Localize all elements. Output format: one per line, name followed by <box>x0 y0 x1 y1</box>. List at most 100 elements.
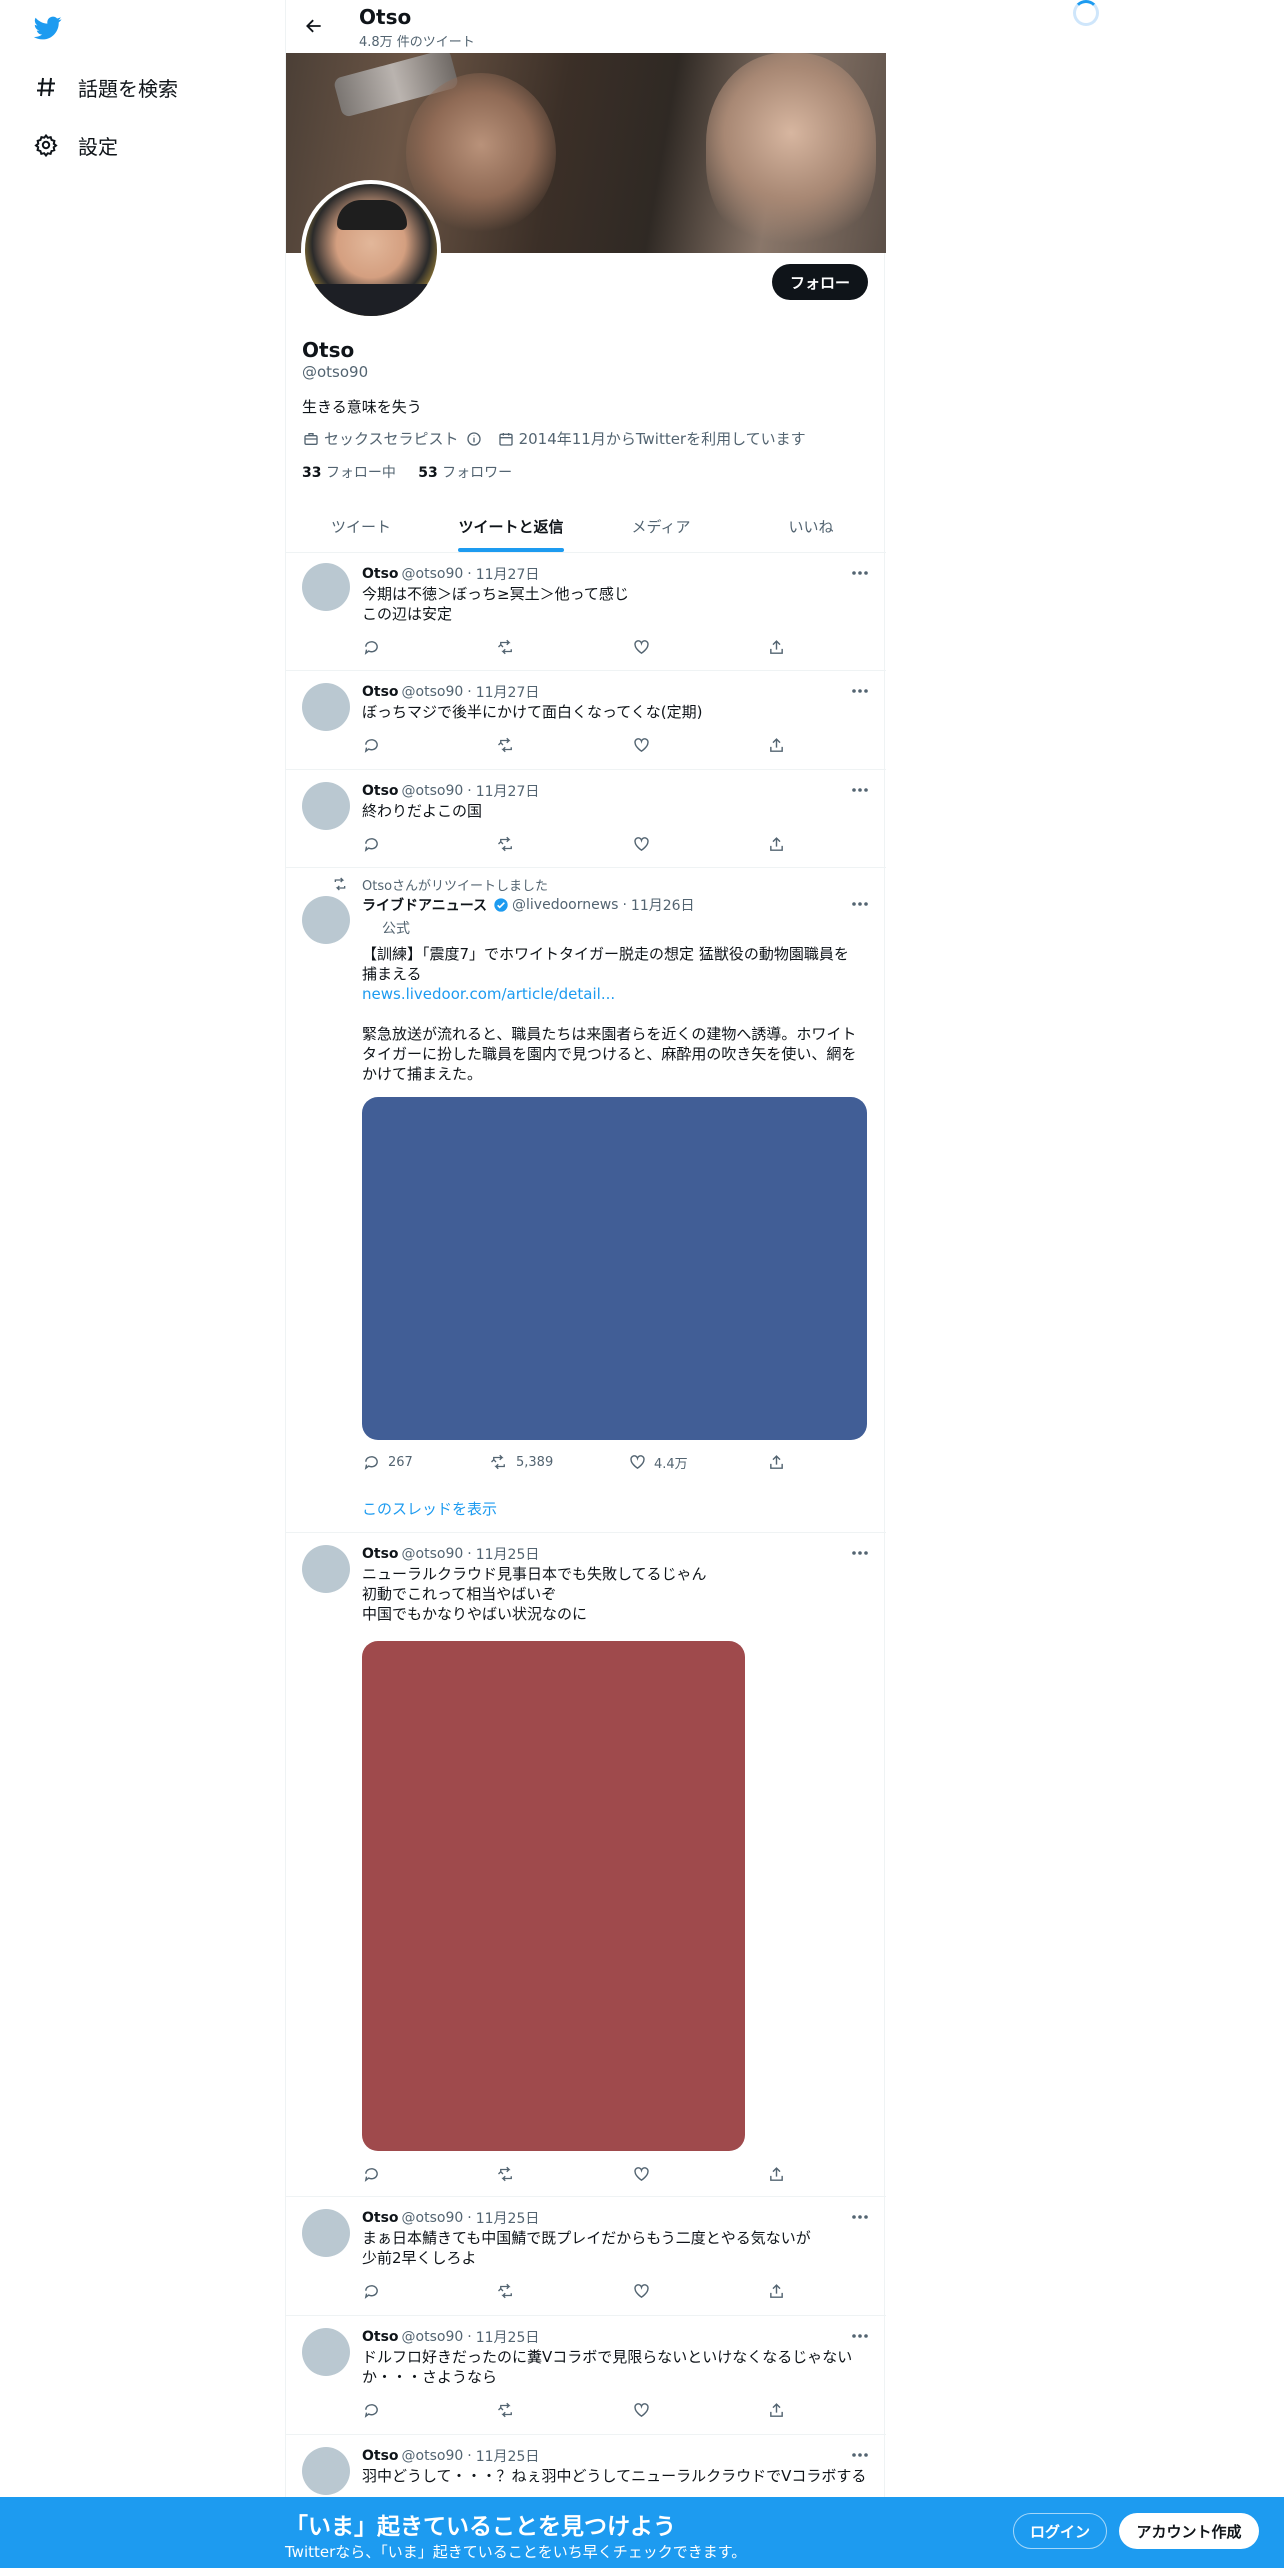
tweet[interactable]: Otso @otso90 · 11月27日 ぼっちマジで後半にかけて面白くなって… <box>286 671 886 770</box>
login-button[interactable]: ログイン <box>1013 2513 1107 2549</box>
more-options-icon[interactable] <box>850 1545 870 1561</box>
tweet-avatar[interactable] <box>302 2328 350 2376</box>
tweet-author-name[interactable]: Otso <box>362 566 399 582</box>
reply-button[interactable] <box>362 736 388 754</box>
header-name: Otso <box>359 5 412 29</box>
more-options-icon[interactable] <box>850 565 870 581</box>
tweet-date[interactable]: 11月26日 <box>631 895 695 915</box>
share-button[interactable] <box>767 1453 793 1471</box>
nav-settings-label: 設定 <box>78 134 118 159</box>
like-button[interactable]: 4.4万 <box>628 1453 688 1472</box>
tweet[interactable]: Otso @otso90 · 11月27日 終わりだよこの国 <box>286 770 886 868</box>
more-options-icon[interactable] <box>850 2447 870 2463</box>
share-button[interactable] <box>767 638 793 656</box>
share-button[interactable] <box>767 2401 793 2419</box>
tweet-avatar[interactable] <box>302 1545 350 1593</box>
tab-tweets-and-replies[interactable]: ツイートと返信 <box>436 500 586 552</box>
tweet-avatar[interactable] <box>302 782 350 830</box>
tweet-avatar[interactable] <box>302 683 350 731</box>
retweet-button[interactable] <box>497 2165 523 2183</box>
like-button[interactable] <box>632 2401 658 2419</box>
tab-media[interactable]: メディア <box>586 500 736 552</box>
back-arrow-icon[interactable] <box>300 12 328 40</box>
retweet-button[interactable] <box>497 2401 523 2419</box>
retweet-button[interactable]: 5,389 <box>490 1453 553 1471</box>
retweet-button[interactable] <box>497 835 523 853</box>
tweet-date[interactable]: 11月25日 <box>476 2327 540 2347</box>
follow-button[interactable]: フォロー <box>771 264 868 300</box>
tweet-date[interactable]: 11月25日 <box>476 1544 540 1564</box>
tweet-author-name[interactable]: Otso <box>362 684 399 700</box>
tweet-author-name[interactable]: Otso <box>362 2210 399 2226</box>
retweet-button[interactable] <box>497 638 523 656</box>
retweet-button[interactable] <box>497 736 523 754</box>
tweet-author-name[interactable]: Otso <box>362 2448 399 2464</box>
like-button[interactable] <box>632 2282 658 2300</box>
tweet-text-line: タイガーに扮した職員を園内で見つけると、麻酔用の吹き矢を使い、網を <box>362 1045 857 1063</box>
reply-button[interactable] <box>362 2282 388 2300</box>
tweet-date[interactable]: 11月27日 <box>476 682 540 702</box>
reply-button[interactable] <box>362 2165 388 2183</box>
tweet-text: ドルフロ好きだったのに糞Vコラボで見限らないといけなくなるじゃない か・・・さよ… <box>362 2347 872 2387</box>
reply-button[interactable]: 267 <box>362 1453 413 1471</box>
more-options-icon[interactable] <box>850 782 870 798</box>
tweet-media-image[interactable] <box>362 1641 745 2151</box>
reply-button[interactable] <box>362 835 388 853</box>
more-options-icon[interactable] <box>850 2328 870 2344</box>
more-options-icon[interactable] <box>850 896 870 912</box>
followers-link[interactable]: 53 フォロワー <box>418 465 512 481</box>
tweet-author-name[interactable]: Otso <box>362 783 399 799</box>
profile-avatar[interactable] <box>301 180 441 320</box>
tweet-avatar[interactable] <box>302 2209 350 2257</box>
profile-category: セックスセラピスト <box>324 430 459 448</box>
tweet-text: 【訓練】「震度7」でホワイトタイガー脱走の想定 猛獣役の動物園職員を 捕まえる … <box>362 944 872 1084</box>
followers-label: フォロワー <box>442 465 513 481</box>
like-button[interactable] <box>632 638 658 656</box>
create-account-button[interactable]: アカウント作成 <box>1119 2513 1259 2549</box>
tweet[interactable]: Otso @otso90 · 11月25日 まぁ日本鯖きても中国鯖で既プレイだか… <box>286 2197 886 2316</box>
nav-settings[interactable]: 設定 <box>32 125 118 165</box>
tweet-date[interactable]: 11月27日 <box>476 781 540 801</box>
tweet[interactable]: Otso @otso90 · 11月27日 今期は不徳＞ぼっち≥冥土＞他って感じ… <box>286 553 886 671</box>
following-link[interactable]: 33 フォロー中 <box>302 465 396 481</box>
tweet[interactable]: Otso @otso90 · 11月25日 ドルフロ好きだったのに糞Vコラボで見… <box>286 2316 886 2435</box>
tweet-header: Otso @otso90 · 11月27日 <box>362 781 539 801</box>
tweet-date[interactable]: 11月25日 <box>476 2208 540 2228</box>
tweet-avatar[interactable] <box>302 2447 350 2495</box>
reply-button[interactable] <box>362 638 388 656</box>
retweet-button[interactable] <box>497 2282 523 2300</box>
show-thread-link[interactable]: このスレッドを表示 <box>362 1498 497 1519</box>
tweet[interactable]: Otso @otso90 · 11月25日 羽中どうして・・・？ねぇ羽中どうして… <box>286 2435 886 2497</box>
like-button[interactable] <box>632 2165 658 2183</box>
tweet-media-image[interactable] <box>362 1097 867 1440</box>
retweeted-tweet[interactable]: Otsoさんがリツイートしました ライブドアニュース @livedoornews… <box>286 868 886 1533</box>
like-button[interactable] <box>632 835 658 853</box>
heart-icon <box>632 638 650 656</box>
tweet[interactable]: Otso @otso90 · 11月25日 ニューラルクラウド見事日本でも失敗し… <box>286 1533 886 2197</box>
nav-explore[interactable]: 話題を検索 <box>32 67 178 107</box>
share-button[interactable] <box>767 835 793 853</box>
tweet-link[interactable]: news.livedoor.com/article/detail... <box>362 984 872 1004</box>
profile-joined-date: 2014年11月からTwitterを利用しています <box>518 430 806 448</box>
share-button[interactable] <box>767 736 793 754</box>
tab-likes[interactable]: いいね <box>736 500 886 552</box>
tweet-author-name[interactable]: Otso <box>362 1546 399 1562</box>
more-options-icon[interactable] <box>850 2209 870 2225</box>
tweet-avatar[interactable] <box>302 896 350 944</box>
tweet-author-name[interactable]: ライブドアニュース <box>362 895 487 915</box>
share-button[interactable] <box>767 2165 793 2183</box>
more-options-icon[interactable] <box>850 683 870 699</box>
like-button[interactable] <box>632 736 658 754</box>
tweet-author-name[interactable]: Otso <box>362 2329 399 2345</box>
reply-icon <box>362 2282 380 2300</box>
reply-button[interactable] <box>362 2401 388 2419</box>
tweet-date[interactable]: 11月27日 <box>476 564 540 584</box>
tweet-avatar[interactable] <box>302 563 350 611</box>
twitter-logo-icon[interactable] <box>32 14 64 42</box>
share-button[interactable] <box>767 2282 793 2300</box>
tab-tweets[interactable]: ツイート <box>286 500 436 552</box>
tweet-separator: · <box>467 1546 472 1562</box>
info-icon[interactable] <box>465 430 483 448</box>
retweet-label[interactable]: Otsoさんがリツイートしました <box>362 875 548 894</box>
tweet-date[interactable]: 11月25日 <box>476 2446 540 2466</box>
